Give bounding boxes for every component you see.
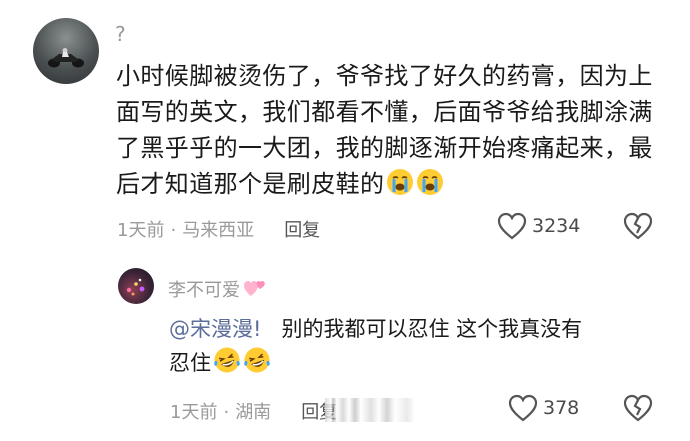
- like-count: 378: [543, 397, 580, 419]
- loudly-crying-emoji: [386, 168, 414, 206]
- broken-heart-outline-icon: [623, 394, 653, 422]
- username[interactable]: ?: [115, 22, 126, 46]
- avatar[interactable]: [33, 18, 99, 84]
- comment-location: 马来西亚: [182, 220, 255, 241]
- meta-separator: ·: [170, 220, 177, 241]
- city-lights-image: [126, 278, 145, 296]
- like-button[interactable]: 3234: [497, 212, 580, 240]
- reply-username[interactable]: 李不可爱: [168, 276, 267, 303]
- dislike-button[interactable]: [622, 212, 654, 244]
- reply-time: 1天前: [170, 402, 218, 423]
- meta-separator: ·: [223, 402, 230, 423]
- laughing-crying-emoji: [243, 346, 271, 384]
- heart-outline-icon: [497, 212, 527, 240]
- like-button[interactable]: 378: [508, 394, 579, 422]
- reply-body-line2: 忍住: [169, 351, 211, 375]
- like-count: 3234: [532, 215, 581, 237]
- heart-outline-icon: [508, 394, 538, 422]
- reply-button[interactable]: 回复: [284, 220, 320, 241]
- dislike-button[interactable]: [622, 394, 654, 426]
- comment-body: 小时候脚被烫伤了，爷爷找了好久的药膏，因为上面写的英文，我们都看不懂，后面爷爷给…: [116, 62, 653, 198]
- pink-hearts-emoji: [243, 278, 267, 303]
- reply-body-line1: 别的我都可以忍住 这个我真没有: [281, 317, 583, 341]
- laughing-crying-emoji: [213, 346, 241, 384]
- comment-text: 小时候脚被烫伤了，爷爷找了好久的药膏，因为上面写的英文，我们都看不懂，后面爷爷给…: [116, 58, 661, 206]
- reply-username-text: 李不可爱: [168, 280, 240, 301]
- mention-link[interactable]: @宋漫漫!: [169, 317, 261, 341]
- reply-meta: 1天前 · 湖南 回复: [170, 398, 337, 424]
- reply-text: @宋漫漫! 别的我都可以忍住 这个我真没有忍住: [169, 313, 664, 384]
- pixelated-overlay: [325, 398, 415, 422]
- motorcycle-rider-image: [48, 48, 84, 68]
- reply-location: 湖南: [235, 402, 272, 423]
- comment-time: 1天前: [117, 220, 165, 241]
- comment-meta: 1天前 · 马来西亚 回复: [117, 216, 320, 242]
- loudly-crying-emoji: [416, 168, 444, 206]
- reply-avatar[interactable]: [118, 268, 154, 304]
- broken-heart-outline-icon: [623, 212, 653, 240]
